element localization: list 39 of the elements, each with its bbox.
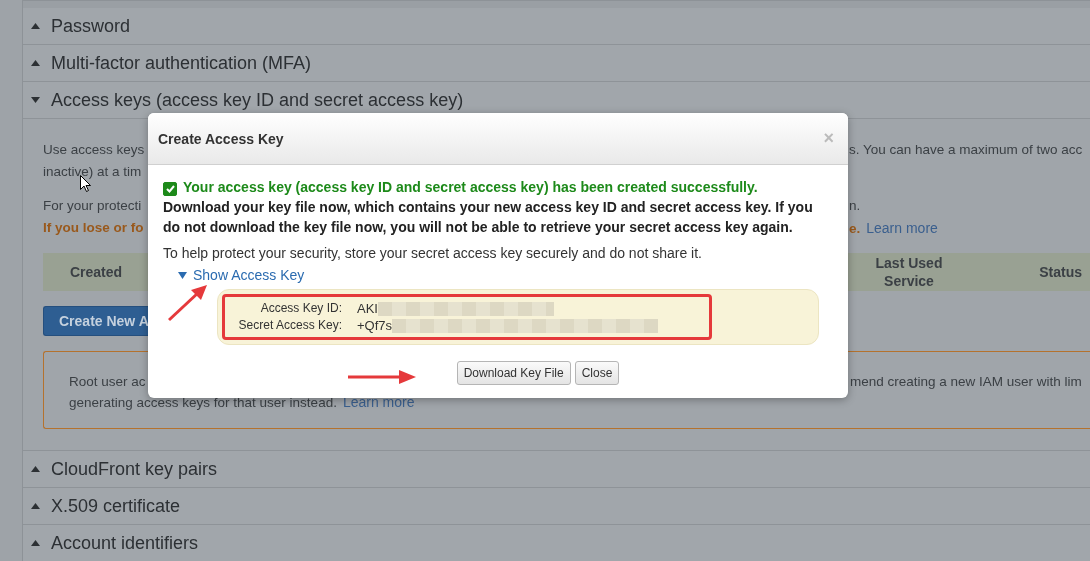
key-value: AKI bbox=[357, 301, 378, 316]
caret-up-icon bbox=[31, 466, 40, 472]
body-text: Use access keys bbox=[43, 141, 146, 159]
notice-text: generating access keys for that user instead. bbox=[69, 395, 337, 410]
warning-text: If you lose or fo bbox=[43, 219, 145, 237]
section-header[interactable]: CloudFront key pairs bbox=[23, 451, 1090, 488]
column-header: Status bbox=[1038, 263, 1083, 281]
arrow-annotation bbox=[166, 283, 210, 323]
caret-up-icon bbox=[31, 60, 40, 66]
key-label: Access Key ID: bbox=[259, 301, 342, 316]
notice-text: Root user ac bbox=[69, 373, 147, 391]
create-key-button[interactable]: Create New A bbox=[43, 306, 149, 336]
caret-up-icon bbox=[31, 23, 40, 29]
caret-up-icon bbox=[31, 503, 40, 509]
show-key-toggle[interactable]: Show Access Key bbox=[178, 265, 305, 285]
section-header[interactable]: X.509 certificate bbox=[23, 488, 1090, 525]
column-header: Last Used Service bbox=[874, 254, 944, 290]
caret-down-icon bbox=[31, 97, 40, 103]
download-warning: Download your key file now, which contains your new access key ID and secret access key. If you do not download the key file now, you will not be able to retrieve your secret access key again. bbox=[163, 198, 814, 237]
warning-text: e. bbox=[849, 221, 861, 236]
key-value: +Qf7s bbox=[357, 318, 393, 333]
section-header[interactable]: Password bbox=[23, 8, 1090, 45]
body-text: For your protecti bbox=[43, 197, 143, 215]
security-info: To help protect your security, store your secret access key securely and do not share it. bbox=[163, 244, 703, 263]
column-header: Created bbox=[68, 263, 124, 281]
download-button[interactable]: Download Key File bbox=[456, 361, 571, 385]
success-message: Your access key (access key ID and secret access key) has been created successfully. bbox=[183, 179, 758, 195]
section-header[interactable]: Multi-factor authentication (MFA) bbox=[23, 45, 1090, 82]
caret-down-icon bbox=[178, 271, 187, 279]
close-button[interactable]: Close bbox=[574, 361, 620, 385]
dialog-title: Create Access Key bbox=[158, 130, 284, 147]
caret-up-icon bbox=[31, 540, 40, 546]
body-text: n. bbox=[849, 197, 862, 215]
body-text: inactive) at a tim bbox=[43, 163, 143, 181]
key-label: Secret Access Key: bbox=[237, 318, 342, 333]
notice-text: mend creating a new IAM user with lim bbox=[850, 373, 1083, 391]
section-header[interactable]: Account identifiers bbox=[23, 525, 1090, 561]
arrow-annotation bbox=[347, 369, 417, 385]
body-text: s. You can have a maximum of two acc bbox=[849, 141, 1084, 159]
